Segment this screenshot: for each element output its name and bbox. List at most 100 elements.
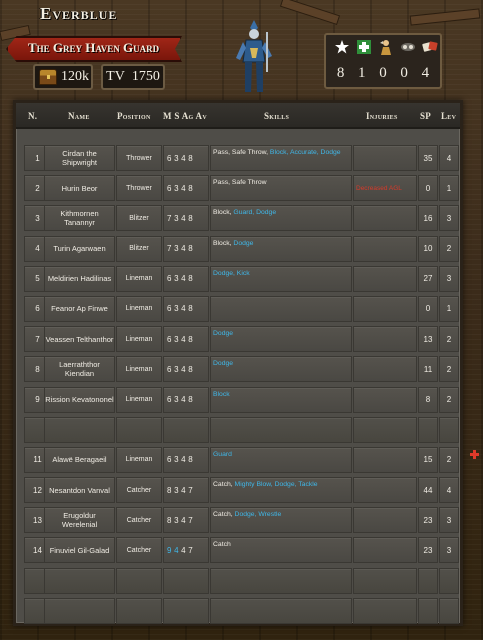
player-name: Meldirien Hadilinas xyxy=(44,265,115,292)
reroll-icon xyxy=(422,39,438,55)
stat-digit: 8 xyxy=(167,515,175,525)
table-row[interactable]: 9 Rission Kevatononel Lineman 6 3 4 8 Block 8 2 xyxy=(16,385,460,415)
table-row[interactable]: 3 Kithmornen Tanannyr Blitzer 7 3 4 8 Block, Gu… xyxy=(16,203,460,233)
player-position: Lineman xyxy=(116,446,162,473)
base-skills: Block, xyxy=(213,209,234,217)
player-skills xyxy=(210,295,352,322)
player-position: Lineman xyxy=(116,326,162,353)
player-spp: 10 xyxy=(418,235,438,262)
table-row[interactable]: 1 Cirdan the Shipwright Thrower 6 3 4 8 Pass, S… xyxy=(16,143,460,173)
stat-digit: 4 xyxy=(181,395,189,404)
player-level: 3 xyxy=(439,507,459,534)
player-name: Veassen Telthanthor xyxy=(44,326,115,353)
player-skills: Catch, Dodge, Wrestle xyxy=(210,507,352,534)
team-stats-panel: 8 1 0 0 4 xyxy=(324,33,442,89)
stat-digit: 6 xyxy=(167,304,175,314)
player-name: Kithmornen Tanannyr xyxy=(44,205,115,232)
player-name: Erugoldur Werelenial xyxy=(44,507,115,534)
player-injuries xyxy=(353,477,417,504)
header-sp: SP xyxy=(420,111,432,121)
player-level: 3 xyxy=(439,537,459,564)
table-row[interactable]: 8 Laerraththor Kiendian Lineman 6 3 4 8 Dodge 11… xyxy=(16,354,460,384)
base-skills: Catch xyxy=(213,541,231,549)
table-row[interactable]: 11 Alawë Beragaeil Lineman 6 3 4 8 Guard 15 2 xyxy=(16,445,460,475)
roster-name: The Grey Haven Guard xyxy=(28,40,160,55)
player-spp: 16 xyxy=(418,205,438,232)
player-position xyxy=(116,416,162,443)
gained-skills: Guard, Dodge xyxy=(233,209,277,217)
player-spp: 35 xyxy=(418,145,438,171)
stat-value-assistant-coaches: 0 xyxy=(400,65,408,81)
table-row[interactable]: 2 Hurin Beor Thrower 6 3 4 8 Pass, Safe Throw De… xyxy=(16,173,460,203)
header-name: Name xyxy=(68,111,90,121)
gained-skills: Mighty Blow, Dodge, Tackle xyxy=(234,481,318,489)
plus-icon[interactable] xyxy=(470,450,479,459)
player-injuries xyxy=(353,386,417,413)
stat-digit: 8 xyxy=(188,244,196,254)
base-skills: Catch, xyxy=(213,481,235,489)
player-injuries xyxy=(353,537,417,564)
stat-digit: 8 xyxy=(188,364,196,374)
player-stats: 6348 xyxy=(163,265,209,292)
player-injuries xyxy=(353,567,417,594)
stat-digit: 6 xyxy=(167,153,175,163)
tv-label: TV xyxy=(106,69,125,84)
player-skills: Dodge, Kick xyxy=(210,265,352,292)
player-position: Catcher xyxy=(116,477,162,504)
player-name: Finuviel Gil-Galad xyxy=(44,537,115,564)
player-name: Rission Kevatononel xyxy=(44,386,115,413)
player-skills: Block, Guard, Dodge xyxy=(210,205,352,232)
table-row[interactable]: 5 Meldirien Hadilinas Lineman 6 3 4 8 Dodge, Ki… xyxy=(16,264,460,294)
gained-skills: Block xyxy=(213,390,230,398)
player-level: 3 xyxy=(439,205,459,232)
player-spp: 15 xyxy=(418,446,438,473)
stat-digit: 8 xyxy=(188,274,196,284)
stat-digit: 4 xyxy=(181,153,189,163)
player-position: Catcher xyxy=(116,507,162,534)
wood-plank-decoration xyxy=(409,8,481,26)
stat-digit: 3 xyxy=(174,244,182,254)
gained-skills: Dodge, Wrestle xyxy=(234,511,282,519)
stat-digit: 8 xyxy=(188,213,196,223)
table-row[interactable]: 6 Feanor Ap Finwe Lineman 6 3 4 8 0 1 xyxy=(16,294,460,324)
table-row[interactable]: 7 Veassen Telthanthor Lineman 6 3 4 8 Dodge 13 2 xyxy=(16,324,460,354)
table-row[interactable]: 4 Turin Agarwaen Blitzer 7 3 4 8 Block, Dodge 10… xyxy=(16,234,460,264)
player-stats: 7348 xyxy=(163,205,209,232)
player-name: Laerraththor Kiendian xyxy=(44,356,115,383)
treasury-value: 120k xyxy=(61,69,89,84)
player-spp: 23 xyxy=(418,537,438,564)
player-injuries xyxy=(353,507,417,534)
table-row[interactable]: 12 Nesantdon Vanval Catcher 8 3 4 7 Catch, Migh… xyxy=(16,475,460,505)
stat-digit: 6 xyxy=(167,334,175,344)
player-position xyxy=(116,597,162,624)
stat-value-stars: 8 xyxy=(336,65,345,81)
player-stats: 6348 xyxy=(163,295,209,322)
player-spp: 8 xyxy=(418,386,438,413)
player-spp: 23 xyxy=(418,507,438,534)
table-row[interactable]: 13 Erugoldur Werelenial Catcher 8 3 4 7 Catch, … xyxy=(16,505,460,535)
stat-digit: 7 xyxy=(167,244,175,254)
player-position: Lineman xyxy=(116,295,162,322)
wood-plank-decoration xyxy=(279,0,341,26)
player-level: 2 xyxy=(439,386,459,413)
player-level: 3 xyxy=(439,265,459,292)
player-skills: Pass, Safe Throw, Block, Accurate, Dodge xyxy=(210,145,352,171)
player-injuries: Decreased AGL xyxy=(353,175,417,202)
stat-digit: 3 xyxy=(174,485,182,495)
header-position: Position xyxy=(117,111,151,121)
base-skills: Catch, xyxy=(213,511,235,519)
table-row[interactable]: 14 Finuviel Gil-Galad Catcher 9 4 4 7 Catch 23 3 xyxy=(16,535,460,565)
player-stats: 7348 xyxy=(163,235,209,262)
player-level xyxy=(439,597,459,624)
gained-skills: Dodge, Kick xyxy=(213,269,250,277)
player-stats: 6348 xyxy=(163,175,209,202)
player-skills xyxy=(210,567,352,594)
player-injuries xyxy=(353,356,417,383)
roster-table: N. Name Position M S Ag Av Skills Injuri… xyxy=(13,100,463,626)
player-spp xyxy=(418,597,438,624)
stat-digit: 4 xyxy=(181,545,189,555)
stat-digit: 3 xyxy=(174,334,182,344)
header-level: Lev xyxy=(441,111,457,121)
player-skills: Pass, Safe Throw xyxy=(210,175,352,202)
player-name: Alawë Beragaeil xyxy=(44,446,115,473)
